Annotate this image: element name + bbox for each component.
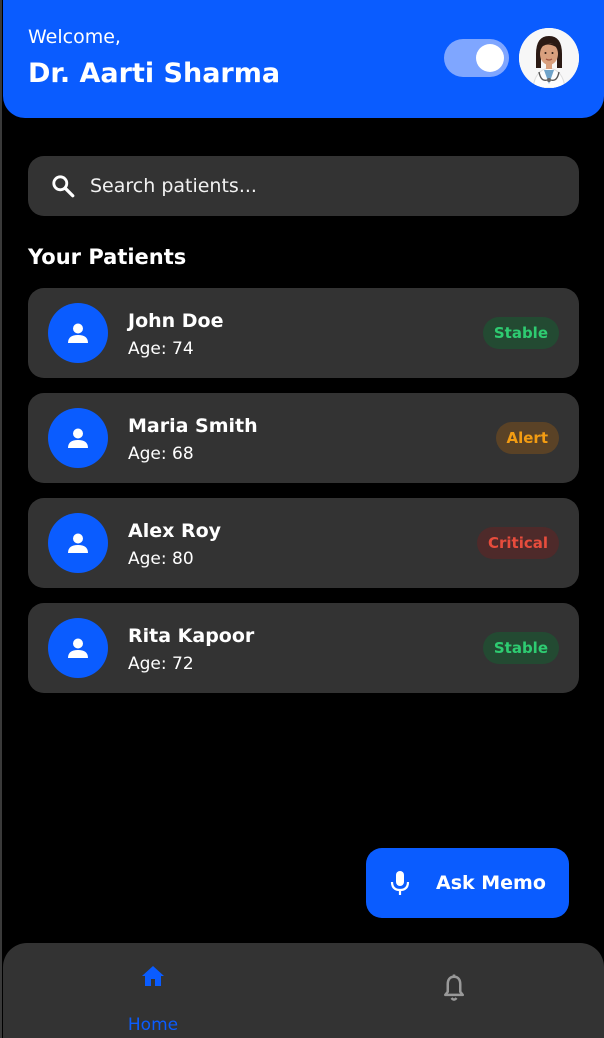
- doctor-photo: [519, 28, 579, 88]
- patient-age: Age: 80: [128, 549, 194, 569]
- theme-toggle[interactable]: [444, 39, 509, 77]
- home-icon: [142, 966, 164, 986]
- nav-notifications[interactable]: [439, 973, 469, 1003]
- search-bar[interactable]: [28, 156, 579, 216]
- patient-card[interactable]: Rita Kapoor Age: 72 Stable: [28, 603, 579, 693]
- status-badge: Stable: [482, 632, 559, 664]
- patient-name: John Doe: [128, 310, 224, 332]
- status-badge: Alert: [495, 422, 559, 454]
- header-bar: Welcome, Dr. Aarti Sharma: [3, 0, 604, 118]
- patient-card[interactable]: Alex Roy Age: 80 Critical: [28, 498, 579, 588]
- patient-card[interactable]: John Doe Age: 74 Stable: [28, 288, 579, 378]
- window-edge: [0, 0, 2, 1038]
- patient-age: Age: 72: [128, 654, 194, 674]
- bottom-nav: Home: [3, 943, 604, 1038]
- patient-name: Maria Smith: [128, 415, 258, 437]
- nav-home[interactable]: Home: [113, 963, 193, 1035]
- nav-home-label: Home: [127, 1015, 179, 1035]
- ask-memo-button[interactable]: Ask Memo: [366, 848, 569, 918]
- person-icon: [68, 533, 88, 553]
- patient-avatar: [48, 513, 108, 573]
- patient-age: Age: 74: [128, 339, 194, 359]
- patient-avatar: [48, 618, 108, 678]
- bell-icon: [444, 974, 464, 1001]
- person-icon: [68, 638, 88, 658]
- search-icon: [52, 175, 75, 198]
- person-icon: [68, 323, 88, 343]
- mic-icon: [390, 871, 410, 895]
- ask-memo-label: Ask Memo: [436, 872, 546, 894]
- patient-card[interactable]: Maria Smith Age: 68 Alert: [28, 393, 579, 483]
- section-title: Your Patients: [28, 245, 187, 269]
- patient-age: Age: 68: [128, 444, 194, 464]
- doctor-name: Dr. Aarti Sharma: [28, 58, 281, 89]
- patient-name: Rita Kapoor: [128, 625, 255, 647]
- toggle-knob: [476, 44, 504, 72]
- patient-name: Alex Roy: [128, 520, 222, 542]
- person-icon: [68, 428, 88, 448]
- search-input[interactable]: [90, 156, 560, 216]
- status-badge: Critical: [476, 527, 559, 559]
- patient-avatar: [48, 408, 108, 468]
- doctor-avatar[interactable]: [519, 28, 579, 88]
- welcome-text: Welcome,: [28, 26, 121, 48]
- patient-avatar: [48, 303, 108, 363]
- status-badge: Stable: [482, 317, 559, 349]
